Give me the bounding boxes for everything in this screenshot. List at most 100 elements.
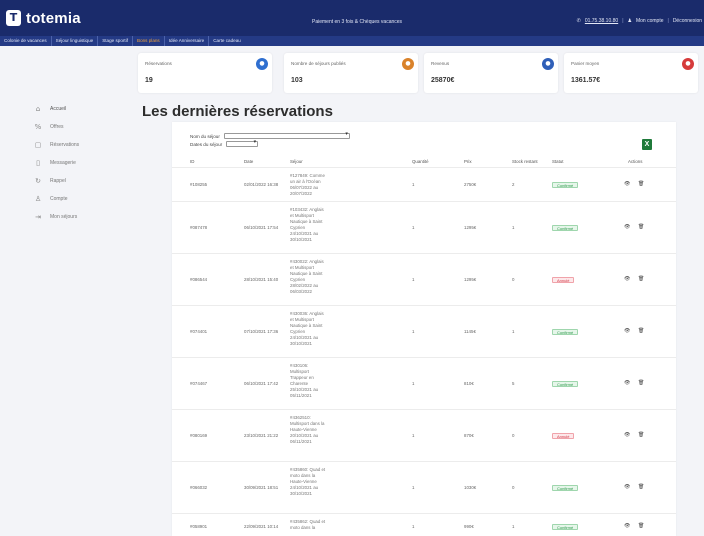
excel-export-icon[interactable]: X (642, 139, 652, 150)
quantity: 1 (412, 225, 415, 230)
sidebar-item[interactable]: ▯ Messagerie (12, 154, 132, 172)
sejour-line: moto dans la (290, 525, 316, 530)
sejour-description[interactable]: #127849: Comme un air à l'Océan 06/07/2022… (290, 173, 342, 197)
price: 2750€ (464, 182, 477, 187)
status-badge: Confirmé (552, 182, 579, 188)
price: 810€ (464, 381, 474, 386)
price: 990€ (464, 524, 474, 529)
view-icon[interactable]: 👁 (624, 328, 630, 334)
delete-icon[interactable]: 🗑 (638, 484, 644, 490)
reservation-date: 07/10/2021 17:36 (244, 329, 279, 334)
logo[interactable]: T totemia (6, 8, 81, 28)
status-badge: Annulé (552, 277, 575, 283)
nav-item[interactable]: Stage sportif (98, 36, 132, 46)
status-badge: Confirmé (552, 381, 579, 387)
delete-icon[interactable]: 🗑 (638, 181, 644, 187)
logo-text: totemia (26, 9, 81, 27)
sidebar-item[interactable]: ⇥ Mon séjours (12, 208, 132, 226)
table-row: #058901 22/09/2021 10:14 #435862: Quad et m… (172, 513, 676, 536)
sejour-description[interactable]: #4362510: Multisport dans la Haute-Vienne 2… (290, 415, 342, 445)
phone-icon: ✆ (576, 18, 581, 24)
my-account-link[interactable]: Mon compte (636, 18, 664, 24)
sejour-description[interactable]: #103432: Anglais et Multisport Nautique à … (290, 207, 342, 243)
sidebar-item-label: Accueil (50, 106, 67, 112)
column-header: Stock restant (512, 159, 538, 164)
view-icon[interactable]: 👁 (624, 432, 630, 438)
stock-remaining: 1 (512, 524, 515, 529)
delete-icon[interactable]: 🗑 (638, 328, 644, 334)
stock-remaining: 0 (512, 277, 515, 282)
table-header: ID Date Séjour Quantité Prix Stock restant Sta… (172, 157, 676, 167)
nav-item[interactable]: Carte cadeau (209, 36, 245, 46)
nav-item[interactable]: Idée Anniversaire (165, 36, 209, 46)
sidebar-item-label: Compte (50, 196, 68, 202)
stock-remaining: 1 (512, 225, 515, 230)
table-row: #074467 06/10/2021 17:42 #430106: Multispor… (172, 357, 676, 409)
reservation-id: #066032 (190, 485, 208, 490)
reservations-card: Nom du séjour ▾ Dates du séjour ▾ X ID Da… (172, 122, 676, 536)
sejour-description[interactable]: #435860: Quad et moto dans la Haute-Vienne… (290, 467, 342, 497)
phone-link[interactable]: 01.75.38.10.80 (585, 18, 618, 24)
quantity: 1 (412, 381, 415, 386)
price: 1145€ (464, 329, 476, 334)
column-header: Actions (628, 159, 643, 164)
column-header: Statut (552, 159, 564, 164)
main-nav: Colonie de vacances Séjour linguistique St… (0, 36, 704, 46)
status-badge: Annulé (552, 433, 575, 439)
sidebar-item[interactable]: ↻ Rappel (12, 172, 132, 190)
stat-label: Réservations (145, 61, 172, 66)
sidebar-item[interactable]: ⌂ Accueil (12, 100, 132, 118)
filter-name-label: Nom du séjour (190, 133, 220, 139)
message-icon: ▯ (36, 159, 40, 167)
view-icon[interactable]: 👁 (624, 276, 630, 282)
sejour-description[interactable]: #435862: Quad et moto dans la (290, 519, 342, 531)
payment-message[interactable]: Paiement en 3 fois & Chèques vacances (312, 19, 402, 25)
delete-icon[interactable]: 🗑 (638, 380, 644, 386)
reservation-id: #086544 (190, 277, 208, 282)
sejour-line: 06/03/2022 (290, 289, 312, 294)
sejour-description[interactable]: #430022: Anglais et Multisport Nautique à … (290, 259, 342, 295)
sidebar-item[interactable]: ♙ Compte (12, 190, 132, 208)
sejour-description[interactable]: #430106: Multisport Trappeur en Charente 25/… (290, 363, 342, 399)
logout-link[interactable]: Déconnexion (673, 18, 702, 24)
sejour-description[interactable]: #430036: Anglais et Multisport Nautique à … (290, 311, 342, 347)
column-header: Date (244, 159, 254, 164)
sidebar-item-label: Mon séjours (50, 214, 78, 220)
reservation-id: #108255 (190, 182, 208, 187)
stock-remaining: 5 (512, 381, 515, 386)
reservation-id: #087478 (190, 225, 208, 230)
nav-item[interactable]: Bons plans (133, 36, 164, 46)
logout-icon: ⇥ (35, 213, 41, 221)
nav-item[interactable]: Colonie de vacances (0, 36, 51, 46)
view-icon[interactable]: 👁 (624, 224, 630, 230)
table-row: #108255 02/01/2022 16:38 #127849: Comme un … (172, 167, 676, 201)
stat-card: Nombre de séjours publiés 103 ● (284, 53, 418, 93)
user-icon: ♟ (627, 18, 632, 24)
table-row: #087478 06/10/2021 17:54 #103432: Anglais e… (172, 201, 676, 253)
sejour-name-select[interactable]: ▾ (223, 131, 350, 139)
delete-icon[interactable]: 🗑 (638, 523, 644, 529)
sidebar-item-label: Messagerie (50, 160, 76, 166)
stat-value: 103 (291, 77, 303, 84)
stat-icon: ● (256, 58, 268, 70)
table-row: #074401 07/10/2021 17:36 #430036: Anglais e… (172, 305, 676, 357)
view-icon[interactable]: 👁 (624, 181, 630, 187)
sejour-dates-select[interactable]: ▾ (226, 139, 259, 147)
view-icon[interactable]: 👁 (624, 380, 630, 386)
reservation-date: 28/10/2021 15:40 (244, 277, 279, 282)
delete-icon[interactable]: 🗑 (638, 276, 644, 282)
table-row: #066032 30/09/2021 18:51 #435860: Quad et m… (172, 461, 676, 513)
view-icon[interactable]: 👁 (624, 523, 630, 529)
delete-icon[interactable]: 🗑 (638, 224, 644, 230)
sejour-line: 30/10/2021 (290, 341, 312, 346)
reservation-date: 06/10/2021 17:42 (244, 381, 279, 386)
sidebar-item[interactable]: % Offres (12, 118, 132, 136)
quantity: 1 (412, 485, 415, 490)
view-icon[interactable]: 👁 (624, 484, 630, 490)
sidebar-item[interactable]: ▢ Réservations (12, 136, 132, 154)
stat-card: Panier moyen 1361.57€ ● (564, 53, 698, 93)
status-badge: Confirmé (552, 485, 579, 491)
delete-icon[interactable]: 🗑 (638, 432, 644, 438)
nav-item[interactable]: Séjour linguistique (52, 36, 98, 46)
reservation-date: 02/01/2022 16:38 (244, 182, 279, 187)
